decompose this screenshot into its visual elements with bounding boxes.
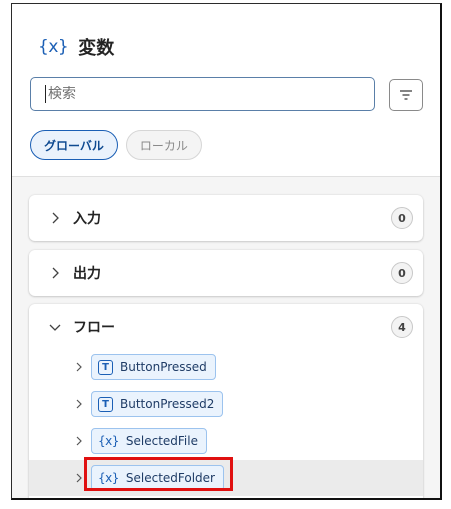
variables-panel: {x} 変数 グローバル ローカル 入力 (11, 3, 442, 500)
section-input-count: 0 (391, 207, 413, 229)
variable-row[interactable]: {x} SelectedFile (29, 423, 423, 459)
variable-name: ButtonPressed2 (120, 397, 215, 411)
variable-chip[interactable]: T ButtonPressed (91, 354, 216, 380)
variable-row[interactable]: T ButtonPressed2 (29, 386, 423, 422)
filter-lines-icon (400, 90, 412, 100)
chevron-right-icon[interactable] (73, 435, 85, 447)
section-input-label: 入力 (73, 211, 101, 227)
section-output-count: 0 (391, 262, 413, 284)
filter-button[interactable] (389, 79, 423, 111)
variable-row[interactable]: T ButtonPressed (29, 349, 423, 385)
section-output-header[interactable]: 出力 0 (29, 250, 423, 296)
section-input[interactable]: 入力 0 (29, 195, 423, 241)
chevron-right-icon (47, 210, 63, 226)
panel-title: 変数 (78, 38, 115, 59)
text-caret (45, 85, 46, 103)
highlight-box (84, 457, 233, 491)
text-type-icon: T (98, 359, 113, 375)
section-output-label: 出力 (73, 266, 101, 282)
tab-global[interactable]: グローバル (30, 130, 118, 160)
section-input-header[interactable]: 入力 0 (29, 195, 423, 241)
chevron-right-icon[interactable] (73, 398, 85, 410)
panel-header: {x} 変数 グローバル ローカル (12, 4, 440, 176)
search-field[interactable] (30, 77, 375, 111)
variable-name: SelectedFile (125, 434, 198, 448)
variable-type-icon: {x} (98, 434, 119, 448)
variable-icon: {x} (38, 37, 69, 57)
variable-sections: 入力 0 出力 0 フロー 4 T ButtonPressed T Button… (12, 177, 440, 498)
section-flow-count: 4 (391, 316, 413, 338)
search-input[interactable] (48, 86, 348, 102)
tab-local[interactable]: ローカル (125, 130, 202, 160)
chevron-right-icon[interactable] (73, 361, 85, 373)
scope-tabs: グローバル ローカル (30, 130, 202, 160)
text-type-icon: T (98, 396, 113, 412)
variable-chip[interactable]: {x} SelectedFile (91, 428, 207, 454)
panel-title-row: {x} 変数 (38, 34, 114, 60)
section-flow-label: フロー (73, 320, 115, 336)
section-flow-header[interactable]: フロー 4 (29, 304, 423, 350)
variable-chip[interactable]: T ButtonPressed2 (91, 391, 224, 417)
section-output[interactable]: 出力 0 (29, 250, 423, 296)
variable-name: ButtonPressed (120, 360, 207, 374)
chevron-down-icon (47, 319, 63, 335)
chevron-right-icon (47, 265, 63, 281)
